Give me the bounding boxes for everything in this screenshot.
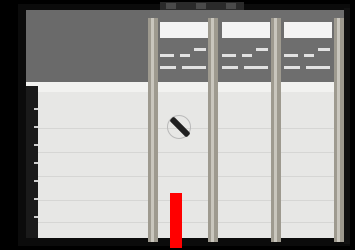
channel-dash — [194, 48, 206, 51]
channel-dash — [222, 54, 236, 57]
channel-dash — [304, 54, 314, 57]
channel-dash — [222, 66, 238, 69]
panel-line — [38, 152, 344, 153]
channel-label-2 — [222, 22, 270, 74]
connector-pin — [166, 3, 176, 9]
panel-line — [38, 176, 344, 177]
channel-dash — [306, 66, 330, 69]
left-rail — [26, 86, 38, 238]
slot-divider — [334, 18, 344, 242]
panel-line — [38, 222, 344, 223]
right-bezel — [344, 8, 350, 244]
channel-dash — [318, 48, 330, 51]
connector-pin — [226, 3, 236, 9]
slot-divider — [208, 18, 218, 242]
channel-plate — [160, 22, 208, 38]
red-level-marker[interactable] — [170, 193, 182, 248]
rail-tick — [34, 198, 38, 200]
channel-plate — [222, 22, 270, 38]
channel-dash — [160, 54, 174, 57]
channel-plate — [284, 22, 332, 38]
channel-dash — [256, 48, 268, 51]
channel-dash — [284, 66, 300, 69]
panel-line — [38, 200, 344, 201]
connector-pin — [196, 3, 206, 9]
rail-tick — [34, 216, 38, 218]
slot-divider — [271, 18, 281, 242]
channel-dash — [182, 66, 206, 69]
slot-divider — [148, 18, 158, 242]
rotary-knob-icon[interactable] — [166, 114, 192, 140]
rail-tick — [34, 180, 38, 182]
channel-dash — [160, 66, 176, 69]
rail-tick — [34, 162, 38, 164]
main-panel — [26, 82, 344, 238]
rail-tick — [34, 126, 38, 128]
channel-dash — [244, 66, 268, 69]
channel-dash — [242, 54, 252, 57]
rail-tick — [34, 108, 38, 110]
channel-label-3 — [284, 22, 332, 74]
channel-dash — [284, 54, 298, 57]
header-left-block — [26, 10, 150, 82]
channel-dash — [180, 54, 190, 57]
rail-tick — [34, 144, 38, 146]
top-connector — [160, 2, 244, 10]
panel-top-shade — [26, 82, 344, 92]
channel-label-1 — [160, 22, 208, 74]
